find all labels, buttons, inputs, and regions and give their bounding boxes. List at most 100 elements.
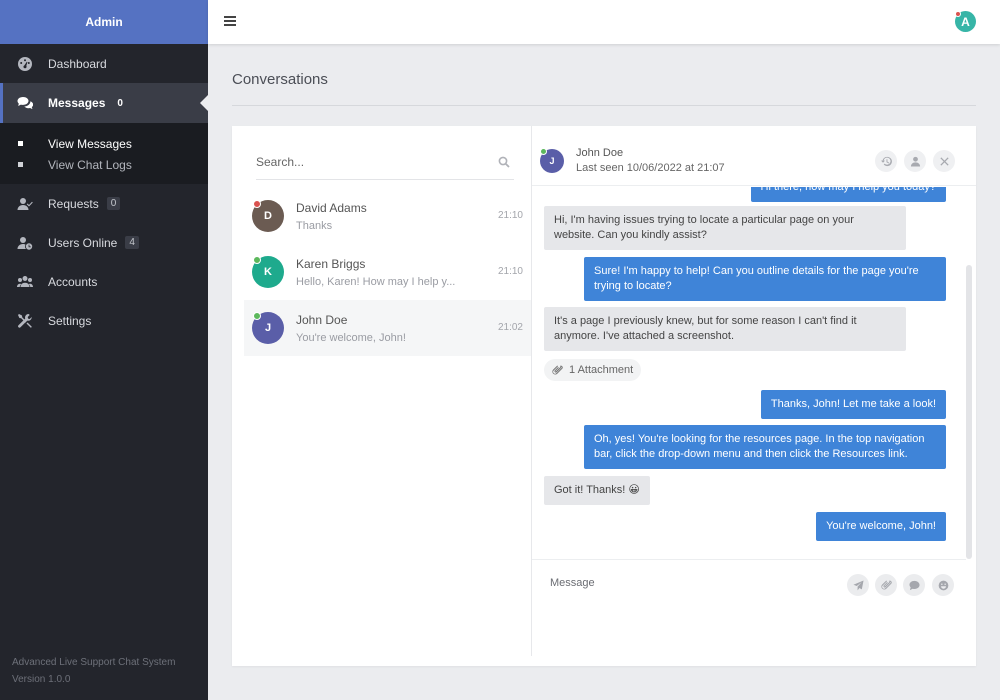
topbar: A: [208, 0, 1000, 44]
page-title: Conversations: [232, 71, 328, 88]
avatar: J: [252, 312, 284, 344]
sidebar-item-label: Dashboard: [48, 56, 107, 71]
avatar-initial: A: [961, 14, 970, 29]
conversation-name: John Doe: [296, 312, 348, 327]
conversation-preview: You're welcome, John!: [296, 331, 406, 344]
user-icon: [910, 156, 920, 167]
conversation-preview: Hello, Karen! How may I help y...: [296, 275, 456, 288]
message-composer: [532, 559, 966, 609]
attachment-label: 1 Attachment: [569, 364, 634, 376]
message-incoming: Hi, I'm having issues trying to locate a…: [544, 206, 906, 250]
status-dot: [253, 200, 261, 208]
comment-icon: [908, 580, 920, 590]
conversation-item-john-doe[interactable]: J John Doe You're welcome, John! 21:02: [244, 300, 531, 356]
close-icon: [939, 156, 949, 166]
smiley-icon: [938, 580, 948, 590]
subnav-item-label: View Messages: [48, 136, 132, 151]
chat-avatar: J: [540, 148, 564, 173]
chat-pane: J John Doe Last seen 10/06/2022 at 21:07…: [532, 126, 976, 666]
avatar: D: [252, 200, 284, 232]
history-button[interactable]: [875, 150, 897, 172]
sidebar-item-label: Requests: [48, 196, 99, 211]
message-outgoing: Sure! I'm happy to help! Can you outline…: [584, 257, 946, 301]
dashboard-icon: [16, 56, 34, 72]
paperclip-icon: [552, 364, 563, 375]
user-clock-icon: [16, 235, 34, 251]
user-check-icon: [16, 196, 34, 212]
title-divider: [232, 105, 976, 106]
requests-count-badge: 0: [106, 197, 121, 210]
sidebar: Admin Dashboard Messages 0 View Messages…: [0, 0, 208, 700]
chat-header: J John Doe Last seen 10/06/2022 at 21:07: [532, 126, 976, 186]
brand-title[interactable]: Admin: [0, 0, 208, 44]
conversation-name: Karen Briggs: [296, 256, 366, 271]
conversation-time: 21:10: [497, 266, 523, 277]
avatar-initial: J: [264, 322, 272, 334]
conversation-item-karen-briggs[interactable]: K Karen Briggs Hello, Karen! How may I h…: [244, 244, 531, 300]
comment-button[interactable]: [903, 574, 925, 596]
emoji-button[interactable]: [932, 574, 954, 596]
history-icon: [880, 156, 892, 166]
app-version: Version 1.0.0: [12, 674, 71, 685]
conversations-panel: D David Adams Thanks 21:10 K Karen Brigg…: [232, 126, 976, 666]
message-outgoing: Oh, yes! You're looking for the resource…: [584, 425, 946, 469]
user-profile-button[interactable]: [904, 150, 926, 172]
avatar: K: [252, 256, 284, 288]
send-icon: [852, 579, 864, 590]
message-outgoing: Hi there, how may I help you today?: [750, 187, 946, 202]
status-dot: [253, 312, 261, 320]
chat-last-seen: Last seen 10/06/2022 at 21:07: [576, 162, 725, 174]
conversation-list: D David Adams Thanks 21:10 K Karen Brigg…: [232, 126, 532, 656]
comments-icon: [16, 95, 34, 111]
hamburger-menu-icon[interactable]: [224, 13, 236, 29]
sidebar-footer: Advanced Live Support Chat System Versio…: [12, 654, 175, 688]
conversation-item-david-adams[interactable]: D David Adams Thanks 21:10: [244, 188, 531, 244]
attach-button[interactable]: [875, 574, 897, 596]
sidebar-item-users-online[interactable]: Users Online 4: [0, 223, 208, 262]
message-list: Hi there, how may I help you today? Hi, …: [532, 187, 966, 559]
message-scrollbar[interactable]: [966, 265, 972, 559]
sidebar-item-label: Users Online: [48, 235, 118, 250]
users-icon: [16, 274, 34, 290]
notification-dot: [955, 11, 961, 17]
sidebar-item-label: Accounts: [48, 274, 98, 289]
subnav-item-label: View Chat Logs: [48, 157, 132, 172]
close-chat-button[interactable]: [933, 150, 955, 172]
bullet-square-icon: [18, 141, 23, 146]
sidebar-item-settings[interactable]: Settings: [0, 301, 208, 340]
sidebar-item-accounts[interactable]: Accounts: [0, 262, 208, 301]
sidebar-item-messages[interactable]: Messages 0: [0, 83, 208, 123]
message-incoming: Got it! Thanks! 😀: [544, 476, 650, 505]
search-icon[interactable]: [498, 156, 510, 168]
users-online-count-badge: 4: [125, 236, 139, 249]
message-incoming: It's a page I previously knew, but for s…: [544, 307, 906, 351]
status-dot: [540, 148, 547, 155]
messages-submenu: View Messages View Chat Logs: [0, 123, 208, 184]
avatar-initial: J: [549, 156, 555, 166]
message-input[interactable]: [550, 577, 830, 589]
conversation-time: 21:02: [497, 322, 523, 333]
subnav-item-view-chat-logs[interactable]: View Chat Logs: [0, 154, 208, 175]
subnav-item-view-messages[interactable]: View Messages: [0, 133, 208, 154]
chat-contact-name: John Doe: [576, 147, 624, 159]
search-box: [256, 144, 514, 180]
status-dot: [253, 256, 261, 264]
search-input[interactable]: [256, 154, 486, 169]
sidebar-item-label: Settings: [48, 313, 92, 328]
avatar-initial: K: [264, 266, 272, 278]
tools-icon: [16, 313, 34, 329]
conversation-preview: Thanks: [296, 219, 333, 232]
avatar-initial: D: [264, 210, 272, 222]
messages-count-badge: 0: [117, 97, 123, 109]
sidebar-item-requests[interactable]: Requests 0: [0, 184, 208, 223]
app-name: Advanced Live Support Chat System: [12, 657, 176, 668]
sidebar-item-label: Messages: [48, 96, 106, 110]
user-avatar[interactable]: A: [955, 11, 976, 32]
conversation-time: 21:10: [497, 210, 523, 221]
attachment-chip[interactable]: 1 Attachment: [544, 359, 642, 381]
paperclip-icon: [880, 579, 892, 590]
sidebar-item-dashboard[interactable]: Dashboard: [0, 44, 208, 83]
conversation-name: David Adams: [296, 200, 367, 215]
bullet-square-icon: [18, 162, 23, 167]
send-button[interactable]: [847, 574, 869, 596]
